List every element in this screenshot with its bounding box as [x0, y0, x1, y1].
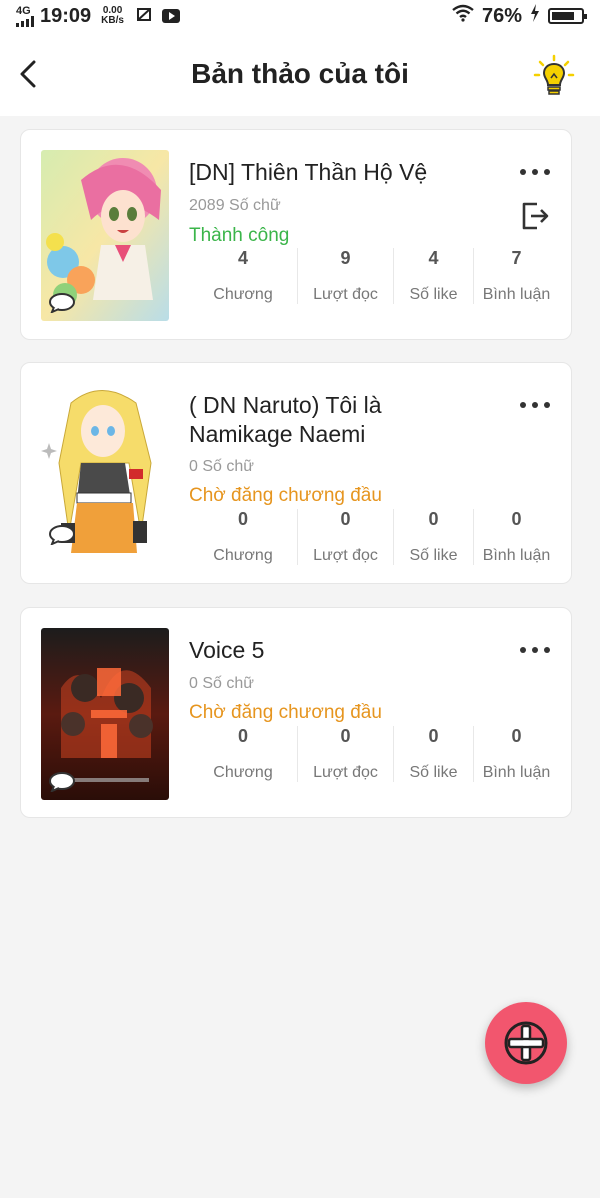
stat-value: 7	[511, 248, 522, 268]
stat-label: Lượt đọc	[313, 547, 378, 564]
youtube-icon	[161, 9, 180, 23]
book-title[interactable]: ( DN Naruto) Tôi là Namikage Naemi	[189, 391, 489, 449]
stat-value: 0	[428, 509, 439, 529]
stat-value: 0	[340, 726, 351, 746]
more-options-icon[interactable]	[519, 401, 551, 409]
back-arrow-icon[interactable]	[16, 60, 44, 88]
book-title[interactable]: [DN] Thiên Thần Hộ Vệ	[189, 158, 489, 187]
stat-likes: 4 Số like	[393, 248, 473, 304]
status-label: Thành công	[189, 225, 290, 246]
stat-value: 4	[428, 248, 439, 268]
stat-chapters: 0 Chương	[189, 726, 297, 782]
comment-bubble-icon	[49, 772, 75, 792]
lightbulb-icon[interactable]	[532, 54, 576, 98]
stat-comments: 0 Bình luận	[473, 509, 559, 565]
screenshot-icon	[136, 6, 152, 27]
book-cover-image[interactable]	[41, 150, 169, 321]
signal-indicator: 4G	[16, 4, 34, 27]
app-header: Bản thảo của tôi	[0, 32, 600, 116]
more-options-icon[interactable]	[519, 646, 551, 654]
book-cover-image[interactable]	[41, 383, 169, 553]
draft-card[interactable]: Voice 5 0 Số chữ Chờ đăng chương đầu 0 C…	[20, 607, 572, 818]
comment-bubble-icon	[49, 293, 75, 313]
stat-label: Bình luận	[482, 286, 551, 303]
book-cover-image[interactable]	[41, 628, 169, 800]
draft-card[interactable]: [DN] Thiên Thần Hộ Vệ 2089 Số chữ Thành …	[20, 129, 572, 340]
stat-reads: 9 Lượt đọc	[297, 248, 393, 304]
clock: 19:09	[40, 4, 92, 27]
status-label: Chờ đăng chương đầu	[189, 485, 382, 506]
battery-icon	[548, 8, 587, 24]
stat-chapters: 0 Chương	[189, 509, 297, 565]
battery-percent: 76%	[481, 4, 522, 27]
stat-label: Chương	[213, 547, 273, 564]
status-bar: 4G 19:09 0.00 KB/s 76%	[0, 0, 600, 32]
stat-value: 9	[340, 248, 351, 268]
stat-label: Lượt đọc	[313, 764, 378, 781]
stat-reads: 0 Lượt đọc	[297, 509, 393, 565]
stat-comments: 0 Bình luận	[473, 726, 559, 782]
word-count: 0 Số chữ	[189, 675, 254, 692]
stat-value: 0	[511, 509, 522, 529]
stat-label: Số like	[409, 764, 458, 781]
stat-label: Chương	[213, 764, 273, 781]
plus-icon	[504, 1021, 548, 1065]
add-draft-button[interactable]	[485, 1002, 567, 1084]
stat-label: Số like	[409, 286, 458, 303]
stat-value: 0	[237, 726, 248, 746]
stats-row: 0 Chương 0 Lượt đọc 0 Số like 0 Bình luậ…	[189, 726, 559, 782]
word-count: 0 Số chữ	[189, 458, 254, 475]
stat-chapters: 4 Chương	[189, 248, 297, 304]
stat-comments: 7 Bình luận	[473, 248, 559, 304]
stat-value: 0	[237, 509, 248, 529]
status-label: Chờ đăng chương đầu	[189, 702, 382, 723]
comment-bubble-icon	[49, 525, 75, 545]
stat-value: 0	[511, 726, 522, 746]
stat-label: Bình luận	[482, 764, 551, 781]
stat-label: Lượt đọc	[313, 286, 378, 303]
draft-card[interactable]: ( DN Naruto) Tôi là Namikage Naemi 0 Số …	[20, 362, 572, 584]
stat-label: Số like	[409, 547, 458, 564]
network-speed: 0.00 KB/s	[101, 6, 124, 26]
publish-exit-icon[interactable]	[519, 200, 551, 232]
more-options-icon[interactable]	[519, 168, 551, 176]
stat-likes: 0 Số like	[393, 509, 473, 565]
speed-unit: KB/s	[101, 15, 124, 26]
page-title: Bản thảo của tôi	[191, 58, 409, 89]
charging-icon	[530, 4, 540, 28]
book-title[interactable]: Voice 5	[189, 636, 489, 665]
stats-row: 4 Chương 9 Lượt đọc 4 Số like 7 Bình luậ…	[189, 248, 559, 304]
stat-label: Bình luận	[482, 547, 551, 564]
stat-reads: 0 Lượt đọc	[297, 726, 393, 782]
word-count: 2089 Số chữ	[189, 197, 281, 214]
stat-label: Chương	[213, 286, 273, 303]
stat-value: 0	[428, 726, 439, 746]
network-type: 4G	[16, 4, 31, 17]
stats-row: 0 Chương 0 Lượt đọc 0 Số like 0 Bình luậ…	[189, 509, 559, 565]
stat-value: 0	[340, 509, 351, 529]
wifi-icon	[452, 4, 474, 28]
signal-bars-icon	[16, 15, 34, 27]
stat-likes: 0 Số like	[393, 726, 473, 782]
stat-value: 4	[237, 248, 248, 268]
